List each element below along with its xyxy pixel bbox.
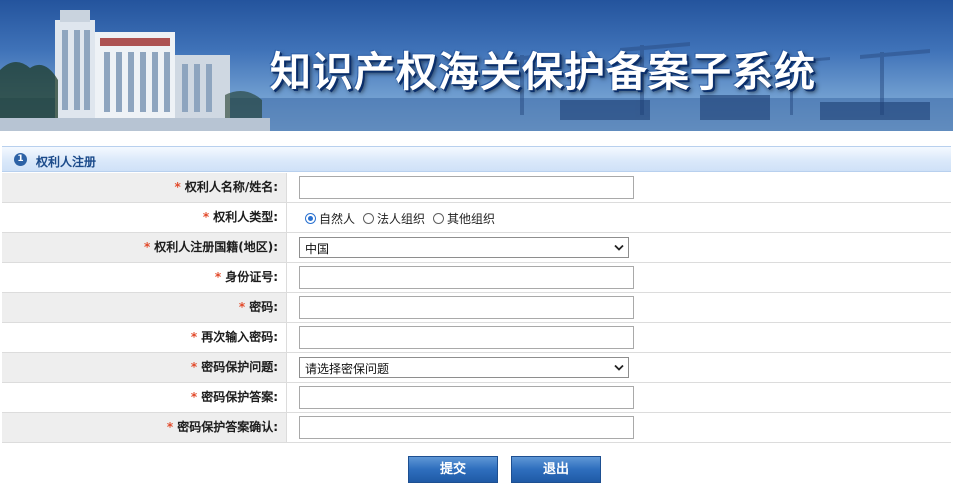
system-title: 知识产权海关保护备案子系统 bbox=[270, 48, 816, 96]
required-mark: * bbox=[174, 180, 181, 194]
id-number-label: * 身份证号: bbox=[214, 270, 278, 284]
security-answer-confirm-label: * 密码保护答案确认: bbox=[166, 420, 278, 434]
chevron-down-icon bbox=[614, 244, 624, 251]
radio-icon[interactable] bbox=[363, 212, 375, 224]
radio-natural-person[interactable]: 自然人 bbox=[305, 210, 355, 227]
required-mark: * bbox=[214, 270, 222, 284]
name-label: * 权利人名称/姓名: bbox=[174, 180, 278, 194]
form-row-password: * 密码: bbox=[2, 293, 951, 323]
security-answer-confirm-input[interactable] bbox=[299, 416, 634, 439]
form-row-password-confirm: * 再次输入密码: bbox=[2, 323, 951, 353]
type-radio-group: 自然人 法人组织 其他组织 bbox=[305, 210, 503, 226]
required-mark: * bbox=[190, 390, 198, 404]
password-confirm-input[interactable] bbox=[299, 326, 634, 349]
radio-icon[interactable] bbox=[433, 212, 445, 224]
security-question-selected-value: 请选择密保问题 bbox=[305, 362, 390, 376]
section-title: 权利人注册 bbox=[36, 155, 97, 169]
form-row-security-answer: * 密码保护答案: bbox=[2, 383, 951, 413]
password-confirm-label: * 再次输入密码: bbox=[190, 330, 278, 344]
chevron-down-icon bbox=[614, 364, 624, 371]
section-header: 1 权利人注册 bbox=[2, 146, 951, 172]
country-selected-value: 中国 bbox=[305, 242, 330, 256]
form-row-security-answer-confirm: * 密码保护答案确认: bbox=[2, 413, 951, 443]
country-select[interactable]: 中国 bbox=[299, 237, 629, 258]
radio-other-organization[interactable]: 其他组织 bbox=[433, 210, 495, 227]
form-row-type: * 权利人类型: 自然人 法人组织 其他组织 bbox=[2, 203, 951, 233]
step-number-icon: 1 bbox=[14, 153, 27, 166]
security-answer-input[interactable] bbox=[299, 386, 634, 409]
required-mark: * bbox=[190, 330, 198, 344]
password-input[interactable] bbox=[299, 296, 634, 319]
radio-selected-icon[interactable] bbox=[305, 212, 316, 224]
submit-button[interactable]: 提交 bbox=[408, 456, 498, 483]
id-number-input[interactable] bbox=[299, 266, 634, 289]
radio-legal-entity[interactable]: 法人组织 bbox=[363, 210, 425, 227]
form-row-country: * 权利人注册国籍(地区): 中国 bbox=[2, 233, 951, 263]
security-answer-label: * 密码保护答案: bbox=[190, 390, 278, 404]
required-mark: * bbox=[166, 420, 174, 434]
type-label: * 权利人类型: bbox=[202, 210, 278, 224]
required-mark: * bbox=[190, 360, 198, 374]
required-mark: * bbox=[143, 240, 151, 254]
required-mark: * bbox=[238, 300, 246, 314]
exit-button[interactable]: 退出 bbox=[511, 456, 601, 483]
registration-form: * 权利人名称/姓名: * 权利人类型: 自然人 法人组织 其他组织 * 权利人注册国… bbox=[2, 173, 951, 443]
header-banner: 知识产权海关保护备案子系统 bbox=[0, 0, 953, 131]
security-question-label: * 密码保护问题: bbox=[190, 360, 278, 374]
password-label: * 密码: bbox=[238, 300, 278, 314]
form-row-id-number: * 身份证号: bbox=[2, 263, 951, 293]
required-mark: * bbox=[202, 210, 210, 224]
form-row-security-question: * 密码保护问题: 请选择密保问题 bbox=[2, 353, 951, 383]
security-question-select[interactable]: 请选择密保问题 bbox=[299, 357, 629, 378]
country-label: * 权利人注册国籍(地区): bbox=[143, 240, 278, 254]
name-input[interactable] bbox=[299, 176, 634, 199]
form-row-name: * 权利人名称/姓名: bbox=[2, 173, 951, 203]
